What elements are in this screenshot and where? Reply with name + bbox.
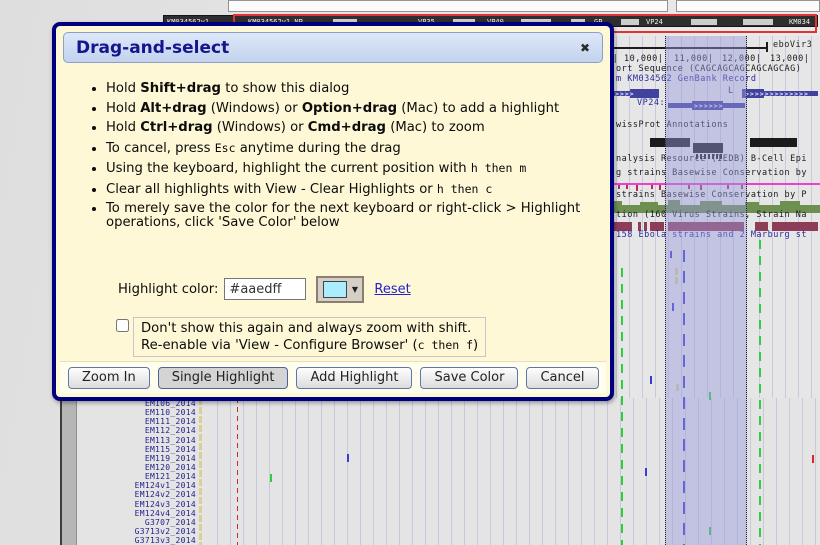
dont-show-row: Don't show this again and always zoom wi… xyxy=(116,317,486,357)
green-bump xyxy=(780,201,800,205)
side-column[interactable] xyxy=(62,398,77,545)
variant-tick-blue xyxy=(645,468,647,476)
chevron-down-icon: ▼ xyxy=(352,285,358,294)
text-label: EM112_2014 xyxy=(145,426,196,435)
text-label: eboVir3 xyxy=(773,41,812,50)
text-label: 13,000| xyxy=(770,55,809,64)
dont-show-line2: Re-enable via 'View - Configure Browser'… xyxy=(141,337,478,354)
highlight-color-input[interactable] xyxy=(224,278,306,300)
instruction-item: Using the keyboard, highlight the curren… xyxy=(106,161,618,176)
text-label: EM115_2014 xyxy=(145,445,196,454)
khaki-dashed-line xyxy=(199,398,202,545)
instruction-item: Clear all highlights with View - Clear H… xyxy=(106,182,618,197)
green-dashed-line xyxy=(759,240,761,545)
text-label: EM121_2014 xyxy=(145,472,196,481)
text-label: EM111_2014 xyxy=(145,417,196,426)
color-picker-button[interactable]: ▼ xyxy=(316,276,364,303)
text-label: G3713v2_2014 xyxy=(135,527,196,536)
conservation-drip xyxy=(626,185,628,189)
single-highlight-button[interactable]: Single Highlight xyxy=(158,367,289,389)
text-label: EM124v2_2014 xyxy=(135,490,196,499)
text-label: >>>>>>>>>>>>> xyxy=(745,90,809,99)
red-dashed-line xyxy=(237,398,238,545)
green-bump xyxy=(640,202,658,205)
variant-tick-red xyxy=(812,455,814,463)
variant-tick-blue xyxy=(650,376,652,384)
text-label: EM124v3_2014 xyxy=(135,500,196,509)
text-label: G3707_2014 xyxy=(145,518,196,527)
instruction-item: Hold Ctrl+drag (Windows) or Cmd+drag (Ma… xyxy=(106,121,618,135)
green-bump xyxy=(745,202,759,205)
conservation-drip xyxy=(618,185,620,189)
highlight-color-row: Highlight color: ▼ Reset xyxy=(118,274,411,304)
instruction-item: To cancel, press Esc anytime during the … xyxy=(106,141,618,156)
text-label: EM119_2014 xyxy=(145,454,196,463)
text-label: EM113_2014 xyxy=(145,436,196,445)
text-label: G3713v3_2014 xyxy=(135,536,196,545)
swissprot-annotation-box[interactable] xyxy=(750,138,797,147)
zoom-in-button[interactable]: Zoom In xyxy=(68,367,150,389)
reset-link[interactable]: Reset xyxy=(374,282,410,297)
cancel-button[interactable]: Cancel xyxy=(526,367,598,389)
conservation-drip xyxy=(651,185,653,189)
highlight-selection-band[interactable] xyxy=(665,36,747,545)
text-label: VP24: xyxy=(637,99,665,108)
variant-tick-blue xyxy=(347,454,349,462)
text-label: 10,000| xyxy=(624,55,663,64)
text-label: EM124v1_2014 xyxy=(135,481,196,490)
dont-show-checkbox[interactable] xyxy=(116,319,129,332)
scale-bar-tick xyxy=(766,42,768,52)
dont-show-line1: Don't show this again and always zoom wi… xyxy=(141,320,478,337)
text-label: EM110_2014 xyxy=(145,408,196,417)
dialog-footer: Zoom In Single Highlight Add Highlight S… xyxy=(60,361,606,393)
dont-show-label: Don't show this again and always zoom wi… xyxy=(133,317,486,357)
color-swatch xyxy=(323,281,347,298)
drag-and-select-dialog: Drag-and-select ✖ Hold Shift+drag to sho… xyxy=(52,22,614,401)
text-label: EM120_2014 xyxy=(145,463,196,472)
close-icon[interactable]: ✖ xyxy=(580,41,590,55)
text-label: EM124v4_2014 xyxy=(135,509,196,518)
green-dashed-line xyxy=(621,268,623,545)
dialog-titlebar[interactable]: Drag-and-select ✖ xyxy=(63,32,603,63)
screen: KM034562v1KM034562v1_NPVP35VP40GPVP24KM0… xyxy=(0,0,820,545)
browser-top-strip-left xyxy=(228,0,668,12)
variant-tick-green xyxy=(270,474,272,482)
instruction-item: Hold Alt+drag (Windows) or Option+drag (… xyxy=(106,102,618,116)
instruction-item: Hold Shift+drag to show this dialog xyxy=(106,82,618,96)
instruction-list: Hold Shift+drag to show this dialog Hold… xyxy=(66,82,618,230)
highlight-color-label: Highlight color: xyxy=(118,282,218,297)
save-color-button[interactable]: Save Color xyxy=(420,367,518,389)
dialog-body: Hold Shift+drag to show this dialog Hold… xyxy=(66,66,600,236)
instruction-item: To merely save the color for the next ke… xyxy=(106,202,618,230)
dialog-title: Drag-and-select xyxy=(76,38,229,58)
add-highlight-button[interactable]: Add Highlight xyxy=(296,367,412,389)
browser-top-strip-right xyxy=(676,0,820,12)
